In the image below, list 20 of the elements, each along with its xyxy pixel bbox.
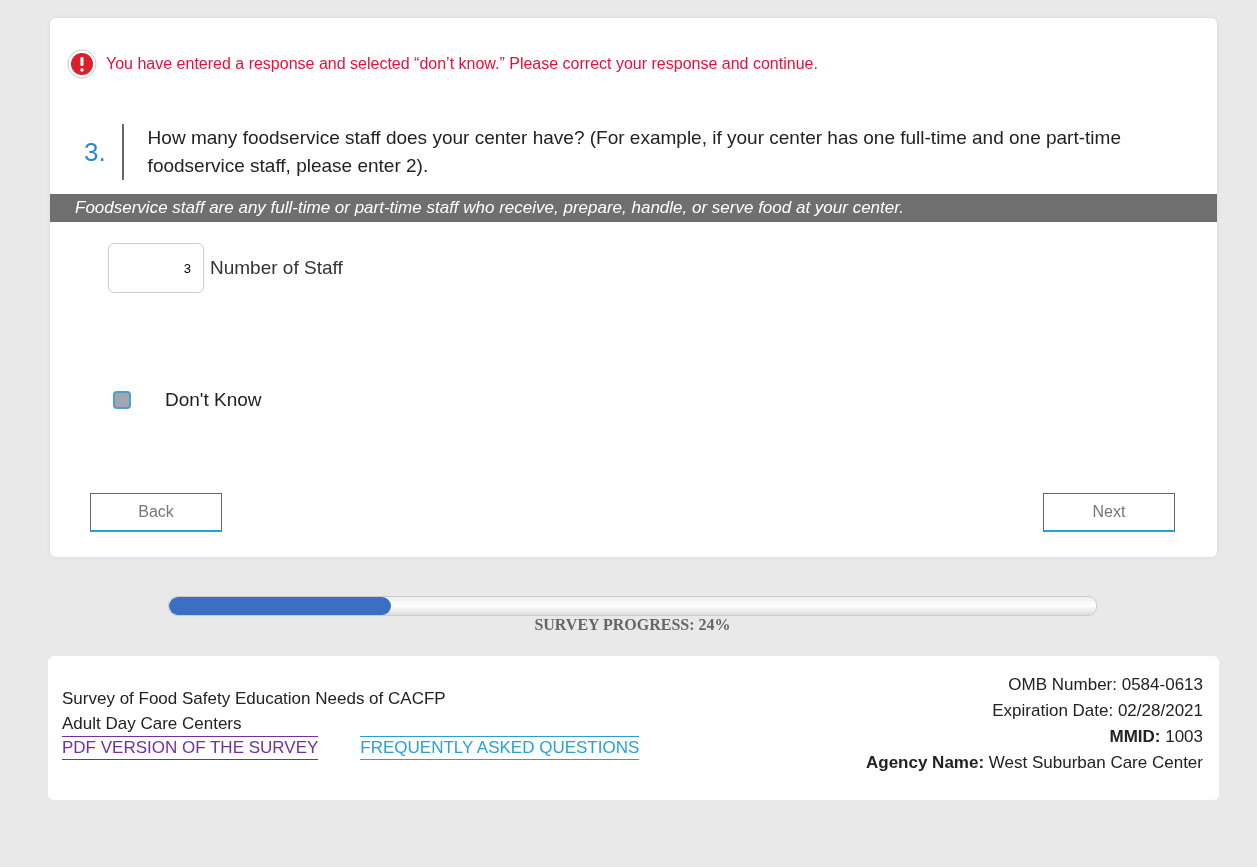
question-text: How many foodservice staff does your center have? (For example, if your center has one full-time and one part-time foodservice staff, please enter 2). [121, 124, 1217, 180]
back-button[interactable]: Back [90, 493, 222, 532]
number-field[interactable]: 3 [108, 243, 204, 293]
survey-title: Adult Day Care Centers [62, 713, 243, 735]
checkbox[interactable] [113, 391, 131, 409]
footer-link[interactable]: PDF VERSION OF THE SURVEY [62, 736, 319, 760]
footer-link[interactable]: FREQUENTLY ASKED QUESTIONS [360, 736, 640, 760]
info-line: OMB Number: 0584-0613 [1007, 674, 1203, 696]
next-button[interactable]: Next [1043, 493, 1175, 532]
question-number: 3. [84, 136, 107, 168]
survey-title: Survey of Food Safety Education Needs of CACFP [62, 688, 447, 710]
definition-note: Foodservice staff are any full-time or part-time staff who receive, prepare, handle, or serve food at your center. [50, 194, 1217, 222]
info-line: MMID: 1003 [1108, 726, 1203, 748]
error-message: You have entered a response and selected “don’t know.” Please correct your response and continue. [106, 55, 818, 73]
error-icon [66, 48, 98, 80]
info-line: Agency Name: West Suburban Care Center [865, 752, 1203, 774]
field-label: Number of Staff [210, 257, 343, 279]
progress-label: SURVEY PROGRESS: 24% [533, 616, 732, 634]
info-line: Expiration Date: 02/28/2021 [991, 700, 1203, 722]
checkbox-label: Don't Know [165, 389, 262, 411]
